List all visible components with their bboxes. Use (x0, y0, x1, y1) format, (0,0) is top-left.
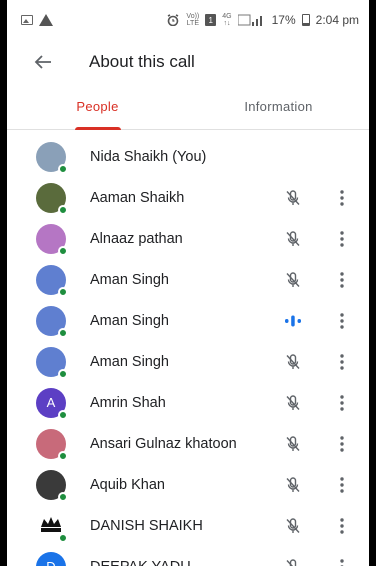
avatar: D (36, 551, 66, 566)
network-type-indicator: 4G ↑↓ (222, 13, 232, 27)
avatar: A (36, 387, 68, 420)
participant-list: Nida Shaikh (You) Aaman Shaikh Alnaaz path… (7, 130, 369, 566)
participant-row[interactable]: Ansari Gulnaz khatoon (7, 423, 369, 464)
mic-off-icon (282, 474, 304, 496)
participant-name: Aquib Khan (90, 476, 165, 493)
image-notification-icon (21, 15, 33, 25)
participant-row[interactable]: D DEEPAK YADU (7, 546, 369, 566)
tab-people[interactable]: People (7, 84, 188, 130)
tab-bar: People Information (7, 84, 369, 130)
avatar (36, 223, 68, 256)
avatar (36, 510, 68, 543)
alert-notification-icon (39, 14, 53, 26)
more-options-icon[interactable] (333, 310, 351, 332)
mic-off-icon (282, 515, 304, 537)
online-indicator (58, 368, 68, 379)
participant-row[interactable]: Aquib Khan (7, 464, 369, 505)
avatar (36, 346, 68, 379)
signal-icon (237, 14, 262, 26)
participant-row[interactable]: Aman Singh (7, 300, 369, 341)
mic-off-icon (282, 392, 304, 414)
more-options-icon[interactable] (333, 187, 351, 209)
avatar (36, 305, 68, 338)
participant-name: Alnaaz pathan (90, 230, 183, 247)
online-indicator (58, 327, 68, 338)
back-arrow-icon (34, 55, 51, 69)
battery-percent: 17% (271, 13, 296, 27)
status-right: Vo)) LTE 1 4G ↑↓ 17% 2:04 pm (166, 13, 359, 27)
participant-name: DEEPAK YADU (90, 559, 191, 566)
avatar (36, 182, 68, 215)
avatar (36, 469, 68, 502)
phone-screen: Vo)) LTE 1 4G ↑↓ 17% 2:04 pm About this ca… (7, 0, 369, 566)
more-options-icon[interactable] (333, 392, 351, 414)
more-options-icon[interactable] (333, 515, 351, 537)
avatar-letter: D (46, 559, 55, 566)
participant-row[interactable]: DANISH SHAIKH (7, 505, 369, 546)
more-options-icon[interactable] (333, 351, 351, 373)
more-options-icon[interactable] (333, 474, 351, 496)
mic-off-icon (282, 556, 304, 566)
participant-row[interactable]: Aman Singh (7, 259, 369, 300)
sim-indicator: 1 (205, 14, 217, 26)
speaking-indicator-icon (282, 310, 304, 332)
participant-name: Aman Singh (90, 271, 169, 288)
online-indicator (58, 245, 68, 256)
more-options-icon[interactable] (333, 228, 351, 250)
more-options-icon[interactable] (333, 433, 351, 455)
participant-row[interactable]: Aaman Shaikh (7, 177, 369, 218)
tab-information[interactable]: Information (188, 84, 369, 129)
participant-name: Aman Singh (90, 312, 169, 329)
alarm-icon (168, 14, 179, 26)
mic-off-icon (282, 351, 304, 373)
participant-name: Aaman Shaikh (90, 189, 185, 206)
participant-row[interactable]: Alnaaz pathan (7, 218, 369, 259)
back-button[interactable] (31, 50, 55, 74)
participant-row[interactable]: Nida Shaikh (You) (7, 136, 369, 177)
participant-name: DANISH SHAIKH (90, 517, 203, 534)
status-bar: Vo)) LTE 1 4G ↑↓ 17% 2:04 pm (7, 0, 369, 40)
avatar (36, 141, 68, 174)
more-options-icon[interactable] (333, 556, 351, 566)
page-title: About this call (89, 52, 195, 71)
participant-name: Ansari Gulnaz khatoon (90, 435, 237, 452)
more-options-icon[interactable] (333, 269, 351, 291)
online-indicator (58, 286, 68, 297)
mic-off-icon (282, 228, 304, 250)
battery-icon (301, 14, 310, 26)
status-left (21, 14, 53, 26)
online-indicator (58, 532, 68, 543)
online-indicator (58, 163, 68, 174)
participant-name: Aman Singh (90, 353, 169, 370)
volte-indicator: Vo)) LTE (186, 13, 200, 27)
avatar-image: D (36, 551, 66, 566)
clock: 2:04 pm (315, 13, 359, 27)
avatar-letter: A (46, 395, 56, 410)
online-indicator (58, 491, 68, 502)
participant-name: Amrin Shah (90, 394, 166, 411)
participant-row[interactable]: Aman Singh (7, 341, 369, 382)
avatar (36, 264, 68, 297)
avatar (36, 428, 68, 461)
mic-off-icon (282, 433, 304, 455)
online-indicator (58, 204, 68, 215)
online-indicator (58, 409, 68, 420)
app-bar: About this call (7, 40, 369, 84)
participant-name: Nida Shaikh (You) (90, 148, 207, 165)
mic-off-icon (282, 269, 304, 291)
online-indicator (58, 450, 68, 461)
mic-off-icon (282, 187, 304, 209)
participant-row[interactable]: A Amrin Shah (7, 382, 369, 423)
